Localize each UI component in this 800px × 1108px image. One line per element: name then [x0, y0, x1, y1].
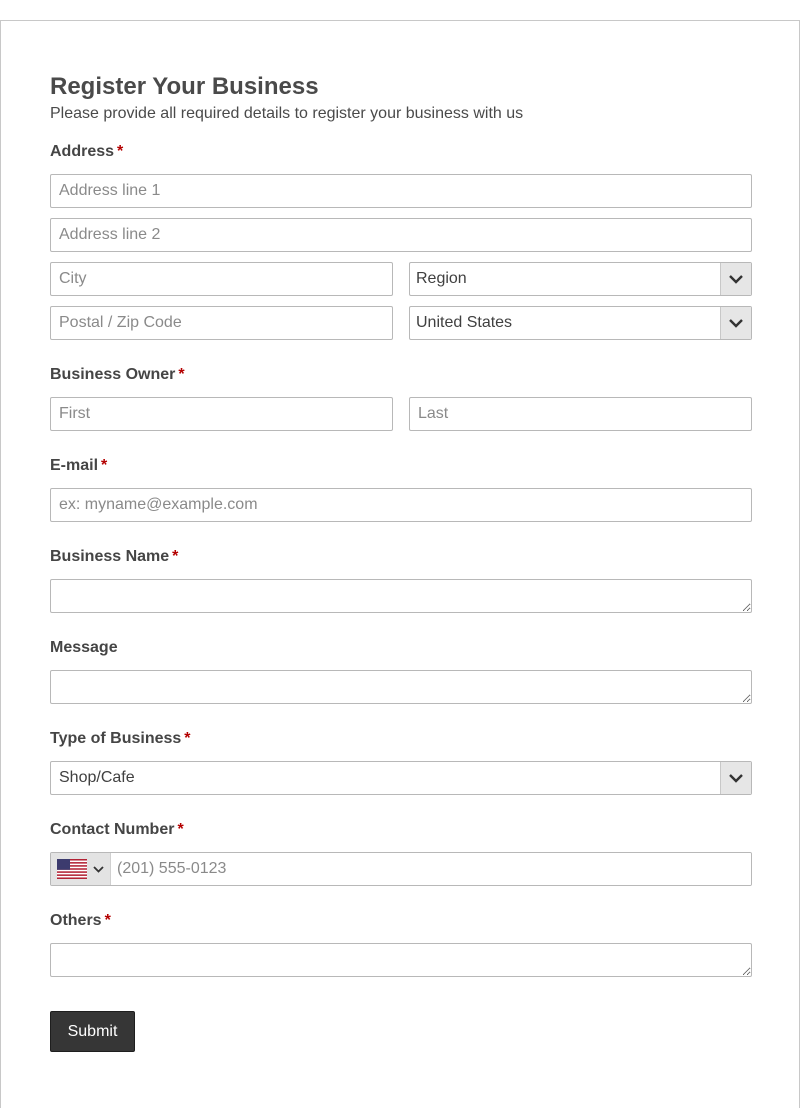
chevron-down-icon [720, 762, 751, 794]
postal-code-input[interactable] [50, 306, 393, 340]
others-label: Others * [50, 912, 111, 929]
email-label: E-mail * [50, 457, 108, 474]
required-mark: * [101, 457, 108, 474]
business-type-select-value: Shop/Cafe [59, 769, 135, 786]
city-input[interactable] [50, 262, 393, 296]
required-mark: * [172, 548, 179, 565]
address-line2-input[interactable] [50, 218, 752, 252]
message-label: Message [50, 639, 118, 656]
business-name-textarea[interactable] [50, 579, 752, 613]
contact-number-label: Contact Number * [50, 821, 184, 838]
others-textarea[interactable] [50, 943, 752, 977]
contact-number-input[interactable] [111, 853, 751, 885]
owner-first-name-input[interactable] [50, 397, 393, 431]
required-mark: * [178, 366, 185, 383]
us-flag-icon [57, 859, 87, 879]
message-textarea[interactable] [50, 670, 752, 704]
country-select-value: United States [416, 314, 513, 331]
form-title: Register Your Business [50, 73, 319, 100]
required-mark: * [184, 730, 191, 747]
business-type-select[interactable]: Shop/Cafe [50, 761, 752, 795]
region-select[interactable]: Region [409, 262, 752, 296]
required-mark: * [117, 143, 124, 160]
email-input[interactable] [50, 488, 752, 522]
business-name-label: Business Name * [50, 548, 179, 565]
form-card: Register Your Business Please provide al… [0, 20, 800, 1108]
phone-country-select[interactable] [51, 853, 111, 885]
region-select-value: Region [416, 270, 467, 287]
contact-number-field [50, 852, 752, 886]
business-type-label: Type of Business * [50, 730, 191, 747]
chevron-down-icon [720, 307, 751, 339]
country-select[interactable]: United States [409, 306, 752, 340]
owner-last-name-input[interactable] [409, 397, 752, 431]
address-line1-input[interactable] [50, 174, 752, 208]
chevron-down-icon [720, 263, 751, 295]
required-mark: * [177, 821, 184, 838]
submit-button[interactable]: Submit [50, 1011, 135, 1052]
chevron-down-icon [93, 865, 104, 873]
address-label: Address * [50, 143, 124, 160]
business-owner-label: Business Owner * [50, 366, 185, 383]
required-mark: * [104, 912, 111, 929]
form-subtitle: Please provide all required details to r… [50, 105, 524, 122]
